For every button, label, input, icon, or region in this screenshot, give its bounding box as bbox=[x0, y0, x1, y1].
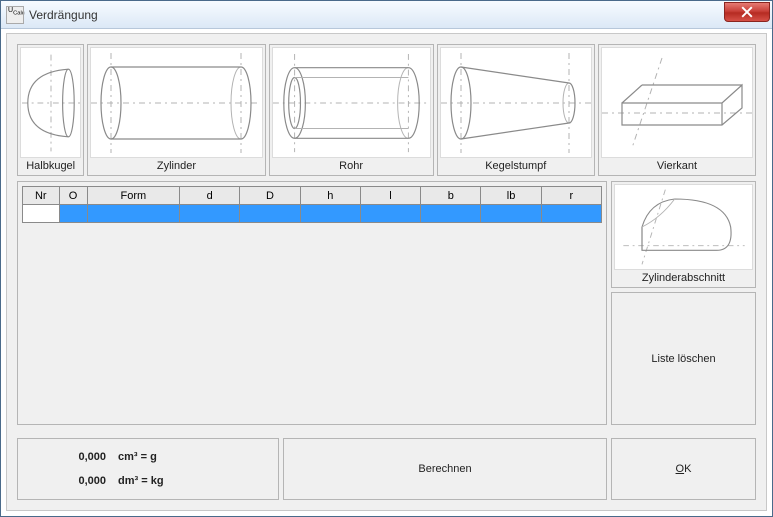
shape-selector-row: Halbkugel Zylinder bbox=[17, 44, 756, 176]
close-button[interactable] bbox=[724, 2, 770, 22]
result-cm3: 0,000 cm³ = g bbox=[36, 451, 260, 463]
col-lb[interactable]: lb bbox=[481, 187, 541, 205]
result-cm3-unit: cm³ = g bbox=[118, 451, 157, 463]
data-grid[interactable]: Nr O Form d D h l b lb r bbox=[22, 186, 602, 223]
close-icon bbox=[741, 6, 753, 18]
col-r[interactable]: r bbox=[541, 187, 601, 205]
shape-label-halbkugel: Halbkugel bbox=[18, 158, 83, 175]
cell-nr[interactable] bbox=[23, 205, 60, 223]
result-dm3-unit: dm³ = kg bbox=[118, 475, 164, 487]
col-o[interactable]: O bbox=[59, 187, 87, 205]
clear-list-label: Liste löschen bbox=[651, 353, 715, 365]
shape-tile-rohr[interactable]: Rohr bbox=[269, 44, 434, 176]
cell-form[interactable] bbox=[87, 205, 180, 223]
clear-list-button[interactable]: Liste löschen bbox=[611, 292, 756, 425]
client-area: Halbkugel Zylinder bbox=[6, 33, 767, 511]
vierkant-icon bbox=[601, 47, 753, 158]
cell-dd[interactable] bbox=[240, 205, 300, 223]
shape-label-kegelstumpf: Kegelstumpf bbox=[438, 158, 594, 175]
col-b[interactable]: b bbox=[421, 187, 481, 205]
grid-panel: Nr O Form d D h l b lb r bbox=[17, 181, 607, 425]
bottom-row: 0,000 cm³ = g 0,000 dm³ = kg Berechnen O… bbox=[17, 438, 756, 500]
col-nr[interactable]: Nr bbox=[23, 187, 60, 205]
result-dm3: 0,000 dm³ = kg bbox=[36, 475, 260, 487]
halbkugel-icon bbox=[20, 47, 81, 158]
kegelstumpf-icon bbox=[440, 47, 592, 158]
shape-tile-kegelstumpf[interactable]: Kegelstumpf bbox=[437, 44, 595, 176]
shape-tile-zylinderabschnitt[interactable]: Zylinderabschnitt bbox=[611, 181, 756, 288]
shape-label-rohr: Rohr bbox=[270, 158, 433, 175]
calculate-button[interactable]: Berechnen bbox=[283, 438, 607, 500]
shape-tile-zylinder[interactable]: Zylinder bbox=[87, 44, 265, 176]
col-form[interactable]: Form bbox=[87, 187, 180, 205]
result-panel: 0,000 cm³ = g 0,000 dm³ = kg bbox=[17, 438, 279, 500]
cell-b[interactable] bbox=[421, 205, 481, 223]
table-row[interactable] bbox=[23, 205, 602, 223]
middle-row: Nr O Form d D h l b lb r bbox=[17, 181, 756, 425]
col-d[interactable]: d bbox=[180, 187, 240, 205]
side-column: Zylinderabschnitt Liste löschen bbox=[611, 181, 756, 425]
shape-tile-vierkant[interactable]: Vierkant bbox=[598, 44, 756, 176]
result-cm3-value: 0,000 bbox=[36, 451, 106, 463]
shape-label-zylinderabschnitt: Zylinderabschnitt bbox=[612, 270, 755, 287]
window-title: Verdrängung bbox=[29, 8, 98, 22]
cell-o[interactable] bbox=[59, 205, 87, 223]
shape-label-zylinder: Zylinder bbox=[88, 158, 264, 175]
cell-l[interactable] bbox=[360, 205, 420, 223]
calculate-label: Berechnen bbox=[418, 463, 471, 475]
ok-label: OK bbox=[676, 463, 692, 475]
result-dm3-value: 0,000 bbox=[36, 475, 106, 487]
rohr-icon bbox=[272, 47, 431, 158]
cell-r[interactable] bbox=[541, 205, 601, 223]
cell-lb[interactable] bbox=[481, 205, 541, 223]
col-dd[interactable]: D bbox=[240, 187, 300, 205]
dialog-window: UCalc Verdrängung Halbkugel bbox=[0, 0, 773, 517]
cell-d[interactable] bbox=[180, 205, 240, 223]
ok-button[interactable]: OK bbox=[611, 438, 756, 500]
cell-h[interactable] bbox=[300, 205, 360, 223]
zylinder-icon bbox=[90, 47, 262, 158]
shape-tile-halbkugel[interactable]: Halbkugel bbox=[17, 44, 84, 176]
col-h[interactable]: h bbox=[300, 187, 360, 205]
title-bar: UCalc Verdrängung bbox=[1, 1, 772, 29]
zylinderabschnitt-icon bbox=[614, 184, 753, 270]
shape-label-vierkant: Vierkant bbox=[599, 158, 755, 175]
col-l[interactable]: l bbox=[360, 187, 420, 205]
app-icon: UCalc bbox=[7, 7, 23, 23]
